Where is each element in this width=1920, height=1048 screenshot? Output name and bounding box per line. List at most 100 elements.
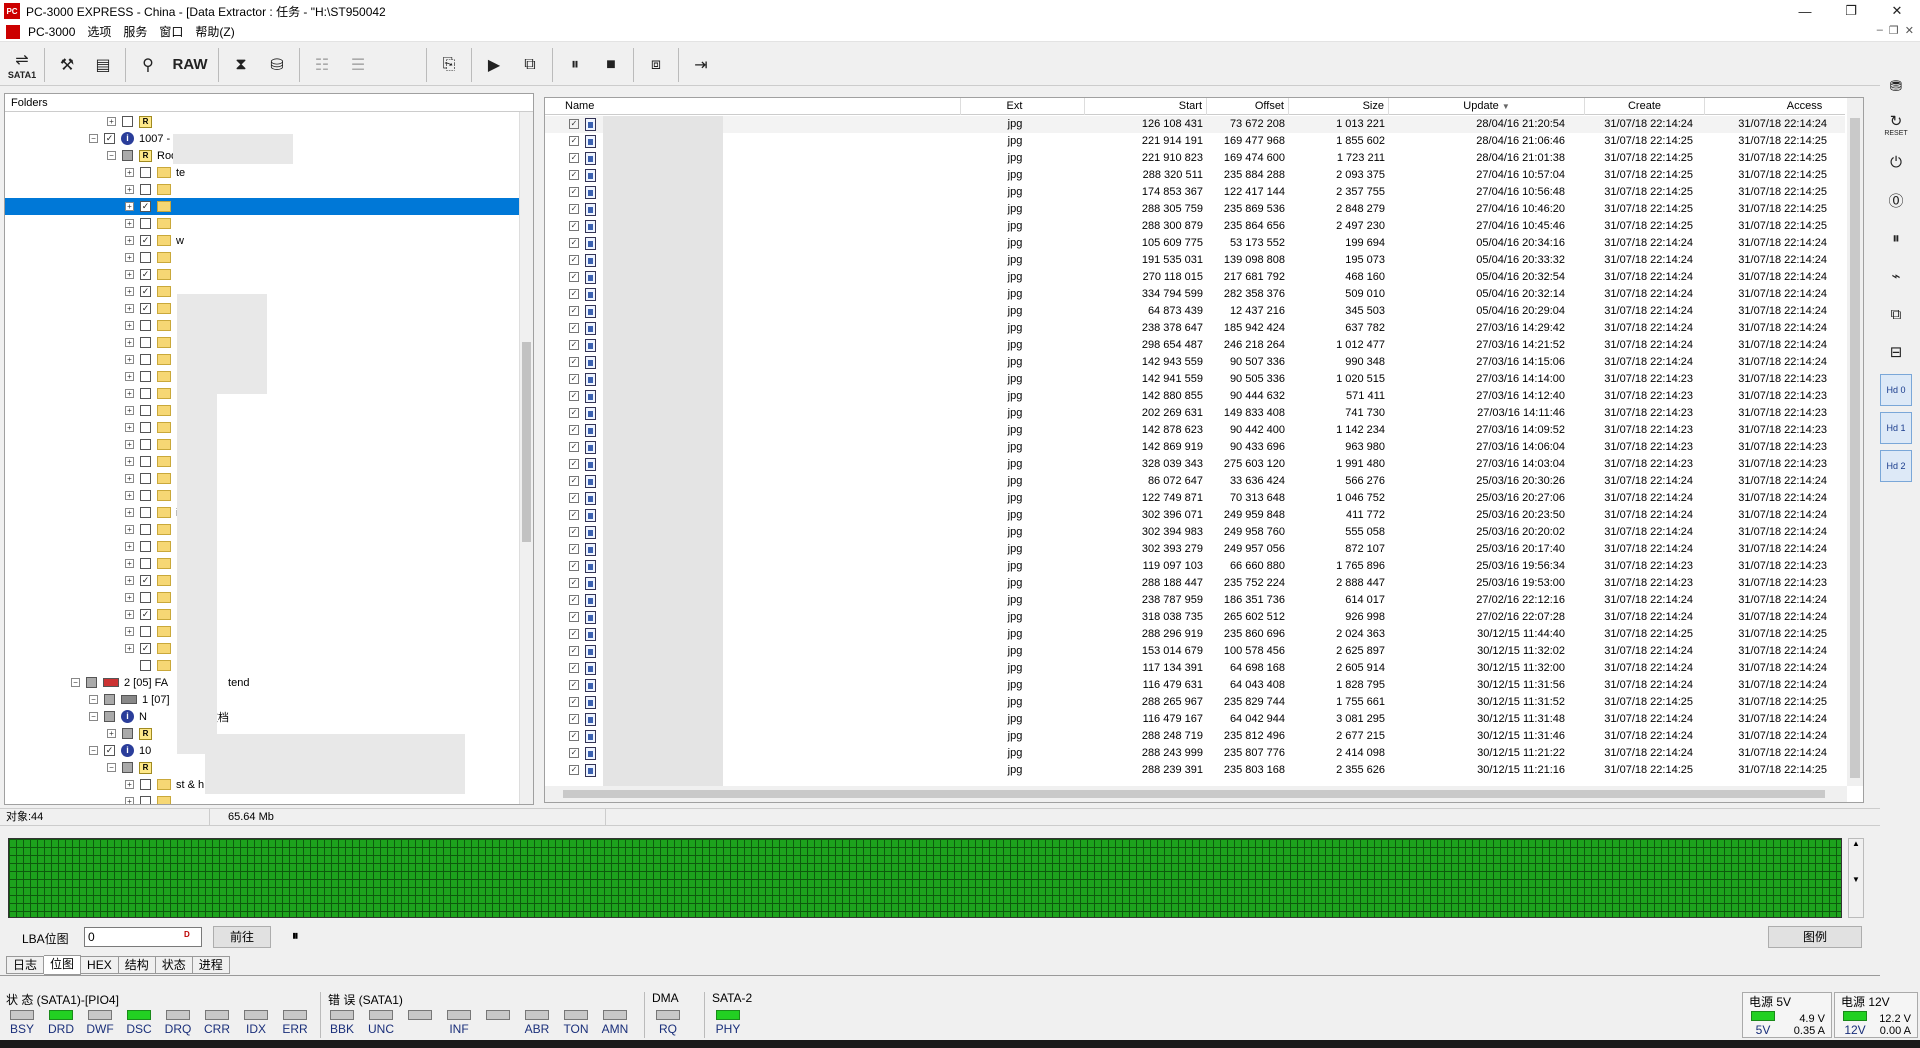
tree-node[interactable]: + ✓ w — [5, 232, 520, 249]
table-row[interactable]: ✓2jpg86 072 64733 636 424566 27625/03/16… — [545, 473, 1845, 490]
collapse-icon[interactable]: − — [107, 763, 116, 772]
tree-checkbox[interactable] — [140, 439, 151, 450]
tree-node[interactable]: + ✓ — [5, 640, 520, 657]
play-button[interactable]: ▶ — [476, 46, 512, 84]
tab-status[interactable]: 状态 — [155, 956, 193, 974]
folders-scrollbar[interactable] — [519, 112, 533, 804]
tools-button[interactable]: ⚒ — [49, 46, 85, 84]
tree-expand-button[interactable]: ☰ — [340, 46, 376, 84]
collapse-icon[interactable]: − — [71, 678, 80, 687]
tree-checkbox[interactable] — [140, 337, 151, 348]
expand-icon[interactable]: + — [125, 576, 134, 585]
tree-node[interactable]: + ✓ — [5, 572, 520, 589]
tree-checkbox[interactable] — [140, 660, 151, 671]
pause-button[interactable]: ⏸ — [557, 46, 593, 84]
table-row[interactable]: ✓2jpg122 749 87170 313 6481 046 75225/03… — [545, 490, 1845, 507]
row-checkbox[interactable]: ✓ — [569, 663, 579, 673]
expand-icon[interactable]: + — [125, 304, 134, 313]
table-row[interactable]: ✓11jpg298 654 487246 218 2641 012 47727/… — [545, 337, 1845, 354]
col-offset[interactable]: Offset — [1207, 98, 1289, 115]
expand-icon[interactable]: + — [125, 321, 134, 330]
expand-icon[interactable]: + — [107, 729, 116, 738]
row-checkbox[interactable]: ✓ — [569, 629, 579, 639]
tree-checkbox[interactable] — [140, 626, 151, 637]
menu-help[interactable]: 帮助(Z) — [191, 23, 242, 40]
table-row[interactable]: ✓27jpg174 853 367122 417 1442 357 75527/… — [545, 184, 1845, 201]
tree-checkbox[interactable]: ✓ — [140, 303, 151, 314]
row-checkbox[interactable]: ✓ — [569, 255, 579, 265]
tab-process[interactable]: 进程 — [192, 956, 230, 974]
lba-bitmap[interactable] — [8, 838, 1842, 918]
tree-checkbox[interactable] — [140, 371, 151, 382]
expand-icon[interactable]: + — [125, 508, 134, 517]
tree-checkbox[interactable]: ✓ — [140, 269, 151, 280]
table-row[interactable]: ✓39jpg142 880 85590 444 632571 41127/03/… — [545, 388, 1845, 405]
row-checkbox[interactable]: ✓ — [569, 595, 579, 605]
tree-node[interactable]: + ✓ — [5, 606, 520, 623]
row-checkbox[interactable]: ✓ — [569, 561, 579, 571]
row-checkbox[interactable]: ✓ — [569, 510, 579, 520]
tree-node[interactable]: + — [5, 249, 520, 266]
row-checkbox[interactable]: ✓ — [569, 374, 579, 384]
table-row[interactable]: ✓1jpg302 396 071249 959 848411 77225/03/… — [545, 507, 1845, 524]
expand-icon[interactable]: + — [125, 168, 134, 177]
expand-icon[interactable]: + — [125, 338, 134, 347]
expand-icon[interactable]: + — [125, 202, 134, 211]
tree-checkbox[interactable] — [140, 218, 151, 229]
table-row[interactable]: ✓27jpg288 320 511235 884 2882 093 37527/… — [545, 167, 1845, 184]
collapse-icon[interactable]: − — [89, 712, 98, 721]
tree-checkbox[interactable] — [140, 354, 151, 365]
tree-checkbox[interactable]: ✓ — [140, 286, 151, 297]
tree-node[interactable]: + — [5, 470, 520, 487]
tree-checkbox[interactable] — [140, 507, 151, 518]
tree-view-button[interactable]: ☷ — [304, 46, 340, 84]
tree-checkbox[interactable] — [140, 422, 151, 433]
row-checkbox[interactable]: ✓ — [569, 731, 579, 741]
table-row[interactable]: ✓29jpg238 378 647185 942 424637 78227/03… — [545, 320, 1845, 337]
tree-node[interactable]: + — [5, 402, 520, 419]
col-create[interactable]: Create — [1585, 98, 1705, 115]
expand-icon[interactable]: + — [125, 457, 134, 466]
col-start[interactable]: Start — [1085, 98, 1207, 115]
tree-checkbox[interactable] — [140, 592, 151, 603]
tree-node[interactable]: + — [5, 538, 520, 555]
tree-checkbox[interactable] — [104, 694, 115, 705]
menu-window[interactable]: 窗口 — [155, 23, 191, 40]
tree-checkbox[interactable] — [140, 541, 151, 552]
tree-checkbox[interactable] — [140, 184, 151, 195]
expand-icon[interactable]: + — [125, 372, 134, 381]
row-checkbox[interactable]: ✓ — [569, 476, 579, 486]
row-checkbox[interactable]: ✓ — [569, 391, 579, 401]
row-checkbox[interactable]: ✓ — [569, 697, 579, 707]
tree-node[interactable]: − 1 [07] — [5, 691, 520, 708]
row-checkbox[interactable]: ✓ — [569, 272, 579, 282]
expand-icon[interactable]: + — [107, 117, 116, 126]
tree-node[interactable]: + — [5, 215, 520, 232]
mdi-restore-button[interactable]: ❐ — [1889, 24, 1899, 37]
table-row[interactable]: ✓721jpg126 108 43173 672 2081 013 22128/… — [545, 116, 1845, 133]
table-row[interactable]: ✓ jpg 288 243 999 235 807 776 2 414 098 30/12… — [545, 745, 1845, 762]
hd0-button[interactable]: Hd 0 — [1880, 374, 1912, 406]
raw-button[interactable]: RAW — [166, 46, 214, 84]
expand-icon[interactable]: + — [125, 219, 134, 228]
expand-icon[interactable]: + — [125, 270, 134, 279]
col-size[interactable]: Size — [1289, 98, 1389, 115]
collapse-icon[interactable]: − — [107, 151, 116, 160]
row-checkbox[interactable]: ✓ — [569, 442, 579, 452]
expand-icon[interactable]: + — [125, 525, 134, 534]
expand-icon[interactable]: + — [125, 389, 134, 398]
tree-checkbox[interactable]: ✓ — [140, 235, 151, 246]
tree-checkbox[interactable] — [140, 252, 151, 263]
bitmap-scrollbar[interactable]: ▲ ▼ — [1848, 838, 1864, 918]
tree-node[interactable]: + — [5, 555, 520, 572]
expand-icon[interactable]: + — [125, 542, 134, 551]
mdi-close-button[interactable]: ✕ — [1905, 24, 1914, 37]
row-checkbox[interactable]: ✓ — [569, 357, 579, 367]
tree-checkbox[interactable]: ✓ — [140, 643, 151, 654]
table-row[interactable]: ✓728jpg221 914 191169 477 9681 855 60228… — [545, 133, 1845, 150]
tree-node[interactable]: + — [5, 419, 520, 436]
expand-icon[interactable]: + — [125, 610, 134, 619]
table-row[interactable]: ✓58jpg142 943 55990 507 336990 34827/03/… — [545, 354, 1845, 371]
expand-icon[interactable]: + — [125, 355, 134, 364]
tree-node[interactable]: + — [5, 487, 520, 504]
